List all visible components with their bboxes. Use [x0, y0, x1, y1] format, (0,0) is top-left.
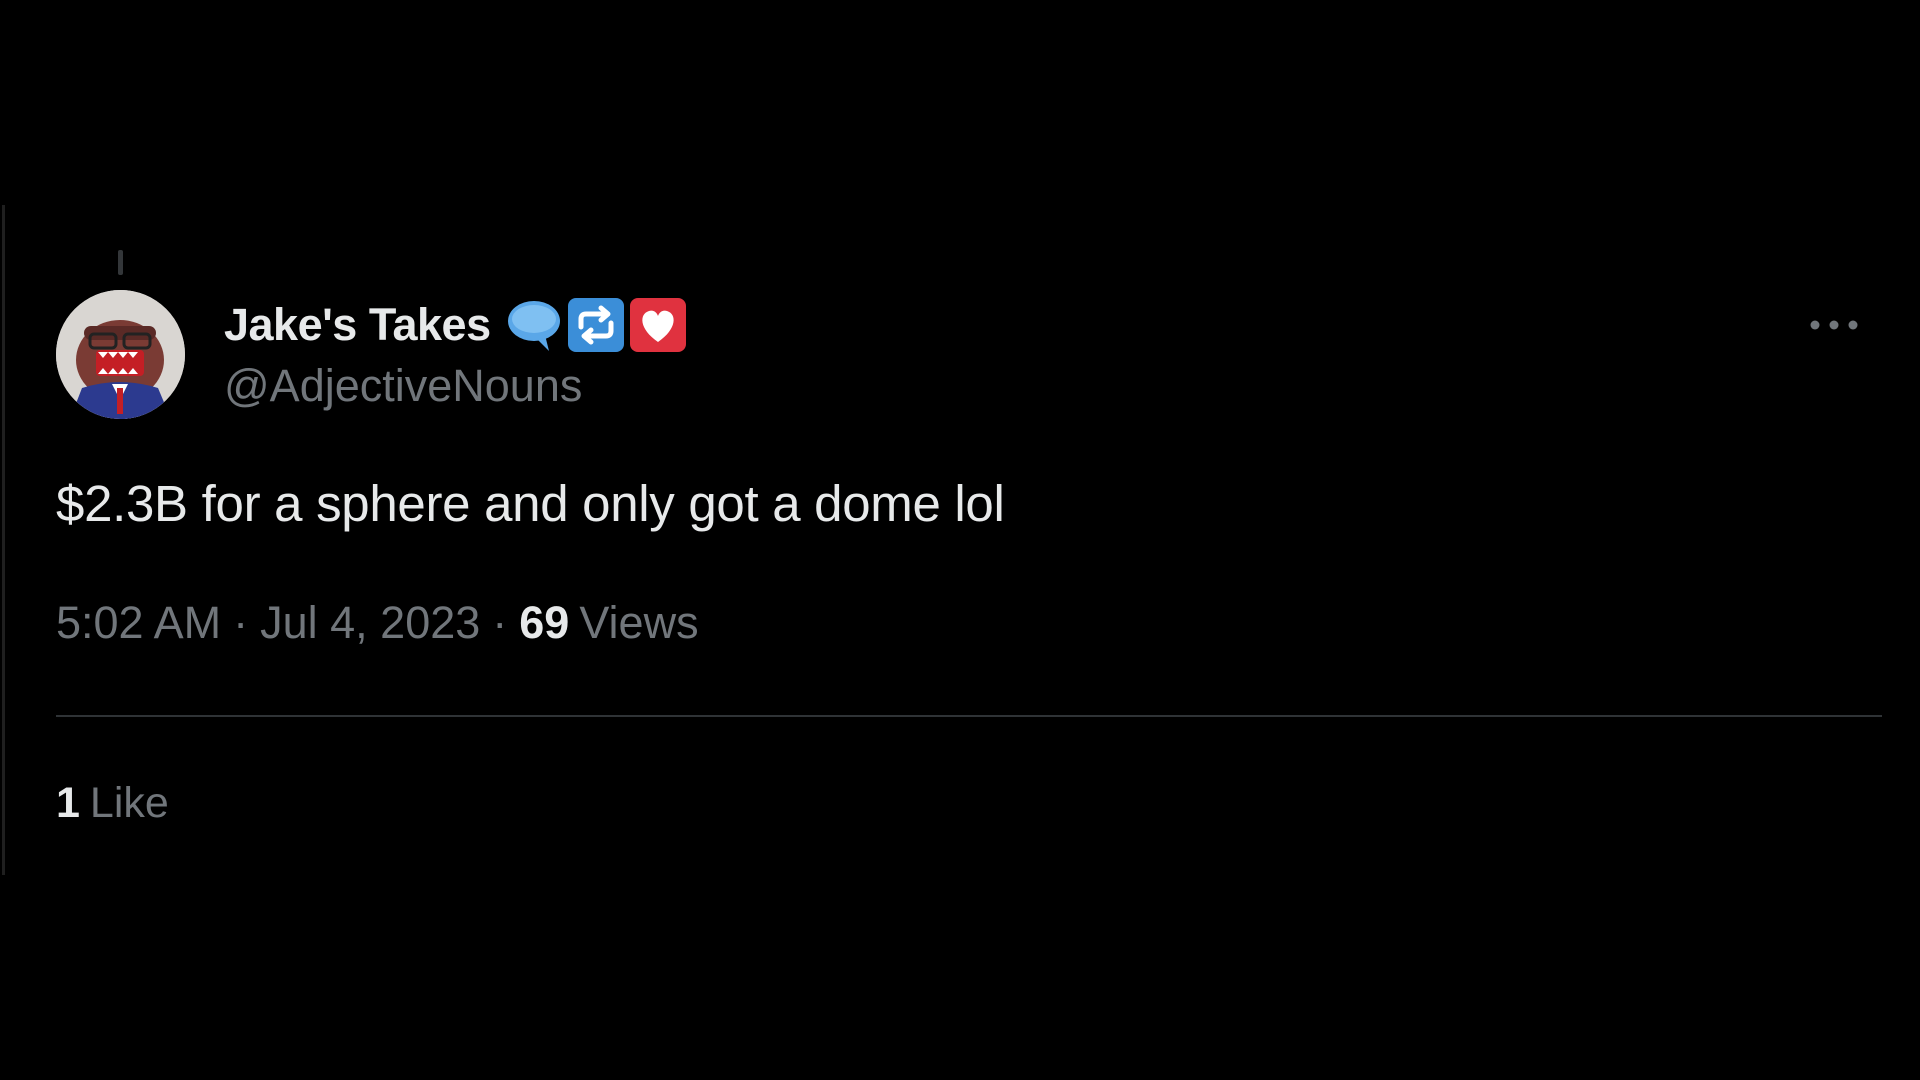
repeat-icon	[567, 297, 625, 353]
tweet-metadata: 5:02 AM · Jul 4, 2023 · 69 Views	[56, 597, 1882, 649]
more-icon	[1810, 320, 1858, 330]
likes-label: Like	[89, 779, 169, 827]
tweet: Jake's Takes @AdjectiveNouns $2.3B for a…	[56, 290, 1882, 828]
avatar[interactable]	[56, 290, 185, 419]
tweet-text: $2.3B for a sphere and only got a dome l…	[56, 475, 1005, 532]
views-label: Views	[579, 597, 699, 648]
likes-stat[interactable]: 1 Like	[56, 779, 1882, 828]
tweet-date[interactable]: Jul 4, 2023	[260, 597, 480, 649]
tweet-time[interactable]: 5:02 AM	[56, 597, 221, 649]
likes-count: 1	[56, 779, 80, 827]
display-name[interactable]: Jake's Takes	[224, 299, 491, 351]
separator-dot: ·	[492, 597, 508, 648]
display-name-row: Jake's Takes	[224, 296, 687, 354]
divider	[56, 715, 1882, 717]
tweet-header: Jake's Takes @AdjectiveNouns	[56, 290, 1882, 420]
tweet-detail-view: Jake's Takes @AdjectiveNouns $2.3B for a…	[0, 0, 1920, 1080]
thread-connector-line	[118, 250, 123, 275]
views-count: 69	[519, 597, 570, 648]
column-border	[2, 205, 5, 875]
more-options-button[interactable]	[1806, 310, 1862, 340]
separator-dot: ·	[233, 597, 249, 648]
author-info: Jake's Takes @AdjectiveNouns	[224, 296, 687, 412]
speech-bubble-icon	[505, 297, 563, 353]
badge-group	[505, 297, 687, 353]
heart-icon	[629, 297, 687, 353]
handle[interactable]: @AdjectiveNouns	[224, 360, 687, 412]
